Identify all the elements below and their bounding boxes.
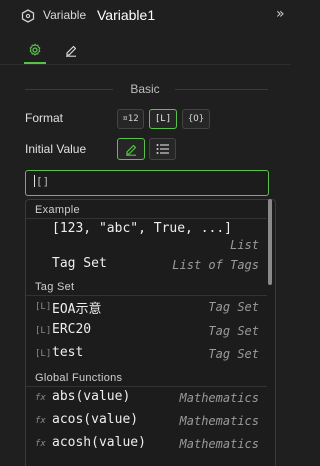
dropdown-tag-set-item[interactable]: Tag Set List of Tags: [26, 254, 267, 278]
pencil-icon: [66, 45, 77, 57]
tab-edit[interactable]: [61, 40, 81, 60]
dropdown-list-item[interactable]: [L] ERC20 Tag Set: [26, 320, 267, 344]
section-divider-right: [175, 89, 268, 90]
pencil-icon: [126, 144, 137, 156]
item-name: ERC20: [52, 322, 92, 337]
tab-divider: [0, 64, 291, 65]
item-type: Tag Set: [208, 324, 259, 338]
function-name: acos(value): [52, 412, 139, 427]
input-value-text: []: [36, 175, 50, 188]
format-list-button[interactable]: [L]: [149, 109, 177, 129]
dropdown-function-item[interactable]: fx acos(value) Mathematics: [26, 410, 267, 434]
gear-icon: [29, 43, 41, 56]
item-type: Tag Set: [208, 300, 259, 314]
dropdown-function-item[interactable]: fx acosh(value) Mathematics: [26, 433, 267, 457]
dropdown-scrollbar-thumb[interactable]: [268, 199, 272, 285]
function-category: Mathematics: [179, 437, 259, 451]
text-caret: [34, 175, 35, 187]
dropdown-list-item[interactable]: [L] EOA示意 Tag Set: [26, 296, 267, 320]
example-value: [123, "abc", True, ...]: [52, 221, 233, 236]
function-category: Mathematics: [179, 414, 259, 428]
function-category: Mathematics: [179, 391, 259, 405]
example-type: List: [230, 238, 259, 252]
list-type-icon: [L]: [35, 326, 52, 336]
initial-value-label: Initial Value: [25, 142, 87, 156]
collapse-panel-icon[interactable]: »: [276, 6, 285, 22]
initial-value-list-mode-button[interactable]: [149, 138, 176, 160]
panel-header: Variable Variable1 »: [0, 0, 291, 32]
function-icon: fx: [35, 393, 46, 403]
dropdown-section-example: Example: [35, 204, 80, 216]
variable-name[interactable]: Variable1: [97, 7, 155, 23]
dropdown-example-item[interactable]: [123, "abc", True, ...] List: [26, 219, 267, 253]
dropdown-list-item[interactable]: [L] test Tag Set: [26, 343, 267, 367]
function-icon: fx: [35, 416, 46, 426]
node-type-label: Variable: [43, 8, 87, 22]
initial-value-edit-mode-button[interactable]: [117, 138, 145, 160]
tag-set-name: Tag Set: [52, 256, 107, 271]
format-number-button[interactable]: ¤12: [117, 109, 144, 129]
autocomplete-dropdown[interactable]: Example [123, "abc", True, ...] List Tag…: [25, 199, 276, 466]
item-name: test: [52, 345, 84, 360]
dropdown-function-item[interactable]: fx abs(value) Mathematics: [26, 387, 267, 411]
format-object-button[interactable]: {O}: [182, 109, 210, 129]
function-name: acosh(value): [52, 435, 146, 450]
list-type-icon: [L]: [35, 302, 52, 312]
function-icon: fx: [35, 439, 46, 449]
function-name: abs(value): [52, 389, 131, 404]
tab-settings[interactable]: [24, 38, 46, 64]
item-type: Tag Set: [208, 347, 259, 361]
section-title: Basic: [130, 82, 160, 96]
section-divider-left: [25, 89, 113, 90]
list-type-icon: [L]: [35, 349, 52, 359]
initial-value-input[interactable]: []: [25, 170, 269, 196]
list-icon: [156, 144, 169, 154]
item-name: EOA示意: [52, 302, 102, 317]
tag-set-type: List of Tags: [172, 258, 259, 272]
format-label: Format: [25, 111, 64, 125]
variable-hexagon-icon: [21, 9, 35, 23]
dropdown-section-tag-set: Tag Set: [35, 281, 75, 293]
dropdown-section-global-functions: Global Functions: [35, 372, 123, 384]
